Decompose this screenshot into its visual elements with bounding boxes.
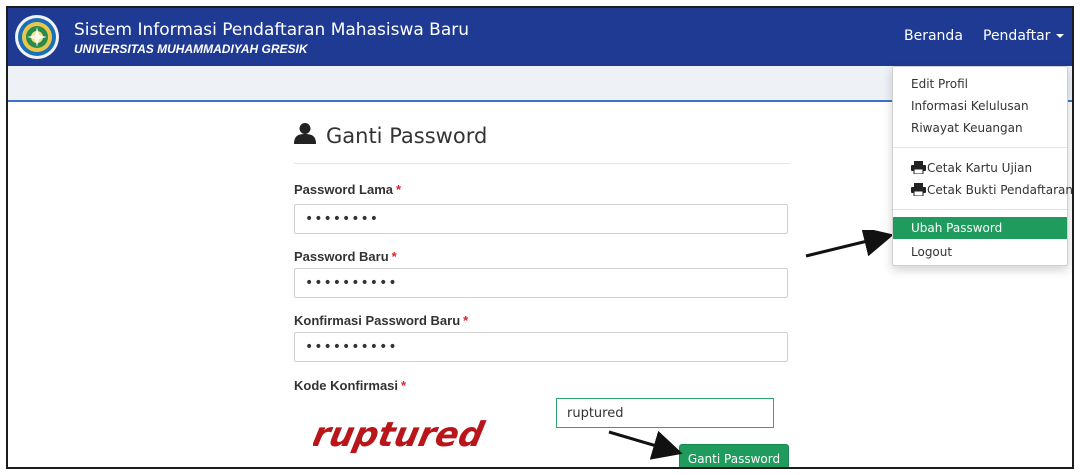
nav-registrant-menu[interactable]: Pendaftar [983,28,1065,44]
menu-item-print-registration-proof-label: Cetak Bukti Pendaftaran [927,183,1073,197]
required-mark: * [401,378,407,393]
registrant-dropdown-menu: Edit Profil Informasi Kelulusan Riwayat … [892,66,1072,266]
old-password-label: Password Lama * [294,182,401,197]
printer-icon [911,183,926,196]
menu-item-edit-profile[interactable]: Edit Profil [893,73,1067,95]
nav-registrant-label: Pendaftar [983,28,1051,44]
required-mark: * [396,182,402,197]
change-password-button[interactable]: Ganti Password [679,444,789,467]
printer-icon [911,161,926,174]
university-name: UNIVERSITAS MUHAMMADIYAH GRESIK [74,42,308,56]
required-mark: * [391,249,397,264]
university-seal-icon[interactable] [14,14,60,60]
menu-divider [893,147,1067,148]
captcha-label-text: Kode Konfirmasi [294,378,399,393]
confirm-password-input[interactable] [294,332,788,362]
new-password-input[interactable] [294,268,788,298]
browser-frame: Sistem Informasi Pendaftaran Mahasiswa B… [6,6,1074,469]
new-password-label: Password Baru * [294,249,397,264]
menu-item-graduation-info[interactable]: Informasi Kelulusan [893,95,1067,117]
new-password-label-text: Password Baru [294,249,389,264]
required-mark: * [463,313,469,328]
menu-item-print-registration-proof[interactable]: Cetak Bukti Pendaftaran [893,179,1072,201]
menu-item-print-exam-card-label: Cetak Kartu Ujian [927,161,1033,175]
menu-item-finance-history[interactable]: Riwayat Keuangan [893,117,1067,139]
old-password-label-text: Password Lama [294,182,393,197]
menu-divider [893,209,1067,210]
captcha-label: Kode Konfirmasi * [294,378,406,393]
menu-item-print-exam-card[interactable]: Cetak Kartu Ujian [893,157,1067,179]
caret-down-icon [1056,34,1065,38]
menu-item-change-password[interactable]: Ubah Password [893,217,1067,239]
page-title: Ganti Password [326,124,488,148]
page-header: Ganti Password [294,120,790,164]
annotation-arrow-icon [608,430,683,460]
annotation-arrow-icon [805,230,892,258]
menu-item-logout[interactable]: Logout [893,241,1067,263]
confirm-password-label: Konfirmasi Password Baru * [294,313,468,328]
captcha-image: ruptured [313,415,488,455]
top-navbar: Sistem Informasi Pendaftaran Mahasiswa B… [8,8,1072,66]
nav-home-link[interactable]: Beranda [904,28,963,44]
user-icon [294,123,316,144]
old-password-input[interactable] [294,204,788,234]
confirm-password-label-text: Konfirmasi Password Baru [294,313,461,328]
captcha-input[interactable] [556,398,774,428]
captcha-text: ruptured [313,415,488,455]
app-title[interactable]: Sistem Informasi Pendaftaran Mahasiswa B… [74,20,469,40]
